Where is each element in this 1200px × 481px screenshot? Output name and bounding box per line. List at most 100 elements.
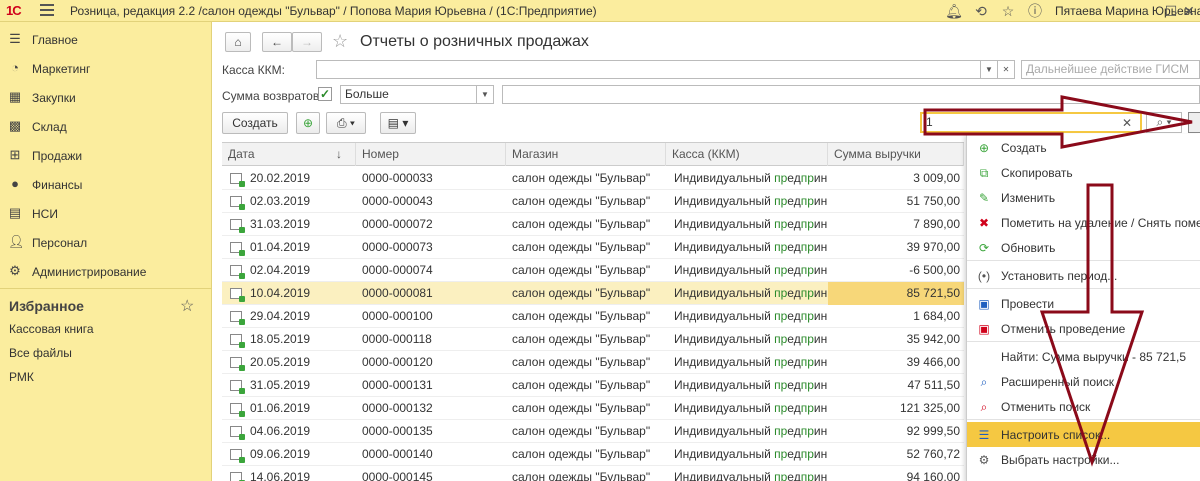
table-row[interactable]: 01.06.2019 0000-000132 салон одежды "Бульв… <box>222 397 964 420</box>
menu-item[interactable]: ⌕ Отменить поиск <box>967 394 1200 419</box>
menu-item[interactable]: ⟳ Обновить <box>967 235 1200 260</box>
sidebar-item-administration[interactable]: ⚙ Администрирование <box>0 257 212 286</box>
table-row[interactable]: 02.04.2019 0000-000074 салон одежды "Бульв… <box>222 259 964 282</box>
window-icon[interactable]: ☐ <box>1162 2 1180 20</box>
column-header-kassa[interactable]: Касса (ККМ) <box>666 143 828 166</box>
warehouse-icon: ▩ <box>8 118 22 133</box>
menu-item[interactable]: (•) Установить период... <box>967 263 1200 288</box>
table-row[interactable]: 20.05.2019 0000-000120 салон одежды "Бульв… <box>222 351 964 374</box>
menu-item-label: Найти: Сумма выручки - 85 721,5 <box>1001 350 1187 364</box>
star-icon[interactable]: ☆ <box>999 2 1017 20</box>
menu-item[interactable]: ☰ Настроить список... <box>967 422 1200 447</box>
create-copy-button[interactable]: ⊕ <box>296 112 320 134</box>
cell-sum: 39 970,00 <box>906 240 960 254</box>
kassa-text: ед <box>787 217 801 231</box>
kassa-text: ин... <box>813 470 828 481</box>
favorite-link[interactable]: РМК <box>9 370 34 384</box>
sidebar-item-sales[interactable]: ⊞ Продажи <box>0 141 212 170</box>
print-button[interactable]: ⎙ ▾ <box>326 112 366 134</box>
info-icon[interactable]: ⓘ <box>1026 2 1044 20</box>
returns-checkbox[interactable]: ✓ <box>318 87 332 101</box>
menu-item-label: Отменить проведение <box>1001 322 1126 336</box>
column-header-number[interactable]: Номер <box>356 143 506 166</box>
more-actions-button[interactable] <box>1188 112 1200 133</box>
back-button[interactable]: ← <box>262 32 292 52</box>
table-row[interactable]: 29.04.2019 0000-000100 салон одежды "Бульв… <box>222 305 964 328</box>
menu-item[interactable]: ▣ Провести <box>967 291 1200 316</box>
favorite-link[interactable]: Кассовая книга <box>9 322 94 336</box>
kassa-text: Индивидуальный <box>674 424 775 438</box>
kassa-text: ин... <box>813 332 828 346</box>
cell-date: 18.05.2019 <box>250 332 311 346</box>
menu-item[interactable]: ⚙ Выбрать настройки... <box>967 447 1200 472</box>
menu-item[interactable]: ✖ Пометить на удаление / Снять пометку <box>967 210 1200 235</box>
menu-item[interactable]: ⧉ Скопировать <box>967 160 1200 185</box>
cell-shop: салон одежды "Бульвар" <box>512 263 651 277</box>
history-icon[interactable]: ⟲ <box>972 2 990 20</box>
table-row[interactable]: 18.05.2019 0000-000118 салон одежды "Бульв… <box>222 328 964 351</box>
clear-icon[interactable]: ✕ <box>1122 116 1132 130</box>
sidebar-item-personnel[interactable]: 👤︎ Персонал <box>0 228 212 257</box>
star-icon[interactable]: ☆ <box>180 296 194 316</box>
gism-field[interactable]: Дальнейшее действие ГИСМ <box>1021 60 1200 79</box>
clear-icon[interactable]: ✕ <box>997 60 1015 79</box>
favorite-link[interactable]: Все файлы <box>9 346 72 360</box>
plus-circle-icon: ⊕ <box>978 141 990 155</box>
kassa-field[interactable] <box>316 60 982 79</box>
chevron-down-icon[interactable]: ▼ <box>476 85 494 104</box>
bell-icon[interactable]: 🔔︎ <box>945 2 963 20</box>
search-input[interactable]: 1 <box>920 112 1142 133</box>
search-match: пр <box>774 447 788 461</box>
cell-number: 0000-000033 <box>362 171 433 185</box>
table-row[interactable]: 01.04.2019 0000-000073 салон одежды "Бульв… <box>222 236 964 259</box>
table-row[interactable]: 14.06.2019 0000-000145 салон одежды "Бульв… <box>222 466 964 481</box>
menu-item[interactable]: ✎ Изменить <box>967 185 1200 210</box>
home-button[interactable]: ⌂ <box>225 32 251 52</box>
menu-item[interactable]: ⌕ Расширенный поиск <box>967 369 1200 394</box>
search-button[interactable]: ⌕ ▾ <box>1146 112 1182 133</box>
kassa-text: ед <box>787 309 801 323</box>
menu-divider <box>967 419 1200 420</box>
report-button[interactable]: ▤ ▾ <box>380 112 416 134</box>
sidebar-item-finance[interactable]: ● Финансы <box>0 170 212 199</box>
document-posted-icon <box>230 311 245 325</box>
sidebar-item-marketing[interactable]: ◔ Маркетинг <box>0 54 212 83</box>
table-row[interactable]: 04.06.2019 0000-000135 салон одежды "Бульв… <box>222 420 964 443</box>
document-posted-icon <box>230 449 245 463</box>
table-row[interactable]: 20.02.2019 0000-000033 салон одежды "Бульв… <box>222 167 964 190</box>
menu-item-label: Выбрать настройки... <box>1001 453 1120 467</box>
reports-table[interactable]: Дата ↓ Номер Магазин Касса (ККМ) Сумма в… <box>222 142 964 481</box>
returns-value-field[interactable] <box>502 85 1200 104</box>
forward-button[interactable]: → <box>292 32 322 52</box>
table-row[interactable]: 31.05.2019 0000-000131 салон одежды "Бульв… <box>222 374 964 397</box>
close-icon[interactable]: ✕ <box>1180 2 1198 20</box>
menu-divider <box>967 260 1200 261</box>
kassa-text: ед <box>787 424 801 438</box>
menu-item[interactable]: ▣ Отменить проведение <box>967 316 1200 341</box>
cell-date: 02.04.2019 <box>250 263 311 277</box>
menu-item[interactable]: Найти: Сумма выручки - 85 721,5 <box>967 344 1200 369</box>
table-row[interactable]: 09.06.2019 0000-000140 салон одежды "Бульв… <box>222 443 964 466</box>
star-icon[interactable]: ☆ <box>332 31 348 52</box>
sidebar-item-main[interactable]: ☰ Главное <box>0 25 212 54</box>
search-match: пр <box>774 470 788 481</box>
table-row[interactable]: 31.03.2019 0000-000072 салон одежды "Бульв… <box>222 213 964 236</box>
table-row[interactable]: 10.04.2019 0000-000081 салон одежды "Бульв… <box>222 282 964 305</box>
sidebar-item-nsi[interactable]: ▤ НСИ <box>0 199 212 228</box>
menu-item[interactable]: ⊕ Создать <box>967 135 1200 160</box>
menu-item-label: Пометить на удаление / Снять пометку <box>1001 216 1200 230</box>
chevron-down-icon[interactable]: ▼ <box>980 60 998 79</box>
menu-icon[interactable] <box>40 4 54 16</box>
returns-condition-select[interactable]: Больше <box>340 85 478 104</box>
kassa-text: Индивидуальный <box>674 401 775 415</box>
cell-sum: 51 750,00 <box>906 194 960 208</box>
create-button[interactable]: Создать <box>222 112 288 134</box>
kassa-text: Индивидуальный <box>674 378 775 392</box>
search-match: пр <box>774 240 788 254</box>
table-row[interactable]: 02.03.2019 0000-000043 салон одежды "Бульв… <box>222 190 964 213</box>
sidebar-item-purchases[interactable]: ▦ Закупки <box>0 83 212 112</box>
sidebar-item-warehouse[interactable]: ▩ Склад <box>0 112 212 141</box>
column-header-sum[interactable]: Сумма выручки <box>828 143 964 166</box>
menu-item-label: Обновить <box>1001 241 1056 255</box>
column-header-shop[interactable]: Магазин <box>506 143 666 166</box>
